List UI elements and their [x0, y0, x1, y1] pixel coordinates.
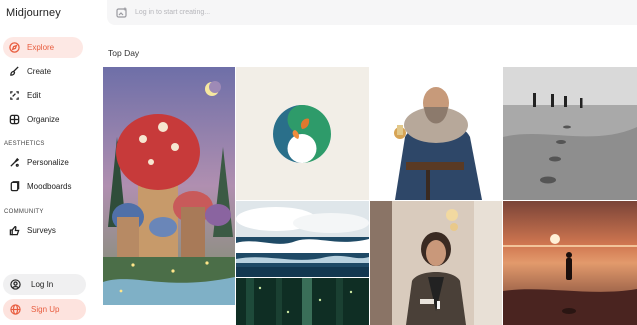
nav-item-label: Create — [27, 67, 52, 76]
nav-item-label: Explore — [27, 43, 55, 52]
user-icon — [8, 278, 22, 292]
gallery-image-viking[interactable] — [370, 67, 502, 200]
gallery-image-leaf-logo[interactable] — [236, 67, 369, 200]
nav-item-personalize[interactable]: Personalize — [3, 152, 83, 173]
compass-icon — [7, 41, 21, 55]
prompt-placeholder: Log in to start creating... — [135, 9, 211, 16]
nav-item-label: Organize — [27, 115, 60, 124]
image-add-icon[interactable] — [116, 7, 128, 19]
nav-item-edit[interactable]: Edit — [3, 85, 83, 106]
sidebar: Midjourney Explore Create Edit Organize … — [0, 0, 96, 325]
grid-icon — [7, 113, 21, 127]
gallery-image-green-curtain[interactable] — [236, 278, 369, 325]
nav-item-create[interactable]: Create — [3, 61, 83, 82]
nav-item-moodboards[interactable]: Moodboards — [3, 176, 83, 197]
personalize-icon — [7, 156, 21, 170]
nav-item-organize[interactable]: Organize — [3, 109, 83, 130]
login-button[interactable]: Log In — [3, 274, 86, 295]
section-label-aesthetics: AESTHETICS — [4, 141, 45, 147]
signup-button[interactable]: Sign Up — [3, 299, 86, 320]
nav-item-surveys[interactable]: Surveys — [3, 220, 83, 241]
gallery-image-ocean-waves[interactable] — [236, 201, 369, 277]
prompt-bar[interactable]: Log in to start creating... — [107, 0, 637, 25]
gallery-image-woman-portrait[interactable] — [370, 201, 502, 325]
thumbs-up-icon — [7, 224, 21, 238]
nav-item-label: Edit — [27, 91, 41, 100]
login-label: Log In — [31, 280, 54, 289]
nav-item-explore[interactable]: Explore — [3, 37, 83, 58]
brush-icon — [7, 65, 21, 79]
nav-item-label: Surveys — [27, 226, 56, 235]
globe-icon — [8, 303, 22, 317]
nav-item-label: Moodboards — [27, 182, 72, 191]
gallery-image-sunset-silhouette[interactable] — [503, 201, 637, 325]
gallery-image-mushroom-house[interactable] — [103, 67, 235, 305]
gallery-title: Top Day — [108, 48, 140, 58]
brand-logo[interactable]: Midjourney — [6, 7, 61, 19]
signup-label: Sign Up — [31, 305, 60, 314]
gallery-image-beach-walkers[interactable] — [503, 67, 637, 200]
section-label-community: COMMUNITY — [4, 209, 44, 215]
edit-icon — [7, 89, 21, 103]
nav-item-label: Personalize — [27, 158, 69, 167]
moodboard-icon — [7, 180, 21, 194]
